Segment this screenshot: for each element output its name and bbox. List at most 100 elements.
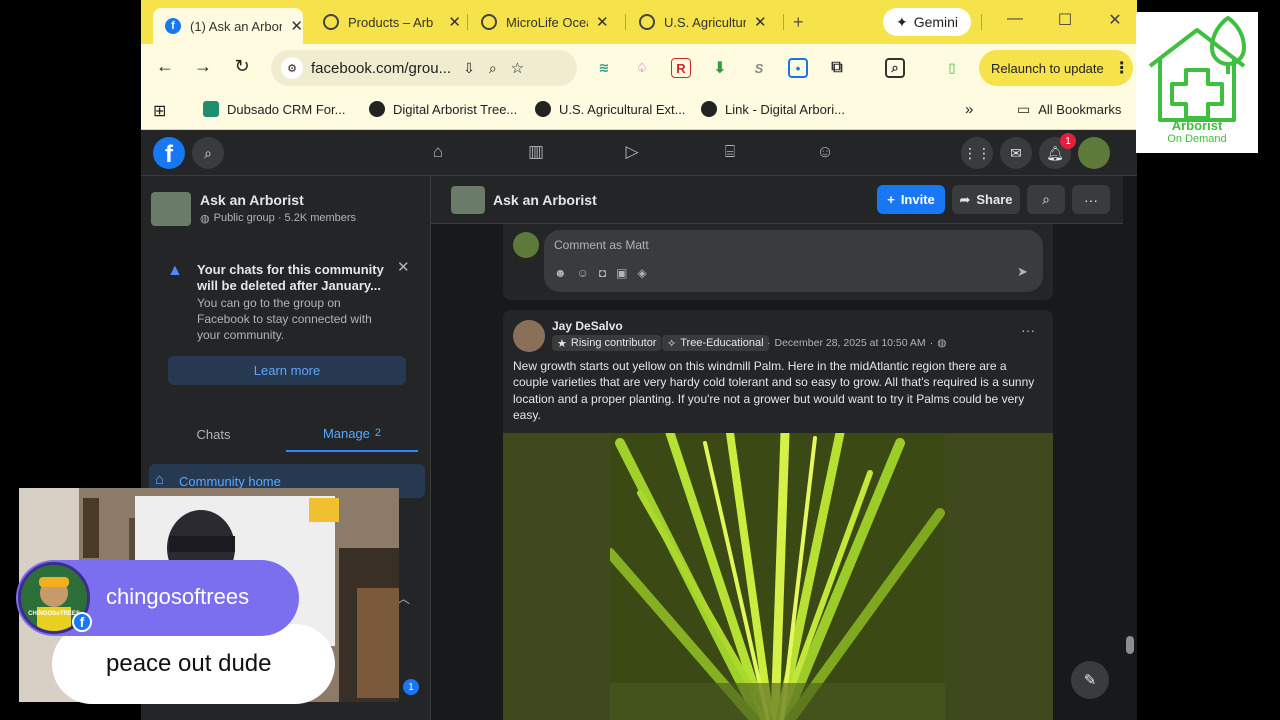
- group-thumbnail[interactable]: [451, 186, 485, 214]
- forward-arrow-icon[interactable]: →: [191, 56, 215, 77]
- gif-icon[interactable]: ▣: [616, 266, 627, 280]
- close-tab-icon[interactable]: ✕: [290, 17, 303, 35]
- facebook-top-nav: f ⌕ ⌂ ▥ ▷ ⌸ ☺ ⋮⋮ ✉ 🔔︎ 1: [141, 130, 1137, 176]
- extension-icon[interactable]: S: [749, 58, 769, 78]
- tab-search-icon[interactable]: ⌕: [885, 58, 905, 78]
- facebook-badge-icon: f: [72, 612, 92, 632]
- menu-dots-icon[interactable]: ⋮: [1114, 58, 1130, 78]
- home-icon[interactable]: ⌂: [427, 142, 449, 164]
- gemini-button[interactable]: ✦ Gemini: [883, 8, 971, 36]
- bookmark-item[interactable]: U.S. Agricultural Ext...: [535, 101, 685, 117]
- dubsado-icon: [203, 101, 219, 117]
- new-tab-button[interactable]: +: [793, 8, 813, 36]
- tab-title: Products – Arb: [348, 14, 434, 30]
- close-notice-icon[interactable]: ✕: [397, 258, 410, 276]
- group-name[interactable]: Ask an Arborist: [200, 192, 304, 208]
- invite-button[interactable]: + Invite: [877, 185, 945, 214]
- post-photo[interactable]: [503, 433, 1053, 720]
- download-extension-icon[interactable]: ⬇: [710, 58, 730, 78]
- messenger-icon[interactable]: ✉: [1000, 137, 1032, 169]
- more-bookmarks-chevron-icon[interactable]: »: [965, 101, 973, 118]
- learn-more-button[interactable]: Learn more: [168, 356, 406, 385]
- extensions-puzzle-icon[interactable]: ⧉: [827, 58, 847, 78]
- folder-icon: ▭: [1017, 101, 1031, 117]
- extension-icon[interactable]: ♤: [632, 58, 652, 78]
- url-text: facebook.com/grou...: [311, 59, 452, 77]
- group-thumbnail[interactable]: [151, 192, 191, 226]
- minimize-icon[interactable]: —: [1003, 10, 1027, 28]
- sparkle-icon: ✧: [667, 337, 677, 350]
- apps-grid-icon[interactable]: ⊞: [153, 101, 166, 121]
- share-button[interactable]: ➦ Share: [952, 185, 1020, 214]
- all-bookmarks-label: All Bookmarks: [1038, 102, 1122, 117]
- post-more-icon[interactable]: ···: [1021, 322, 1035, 338]
- group-title[interactable]: Ask an Arborist: [493, 192, 597, 208]
- chat-message-text: peace out dude: [106, 650, 272, 677]
- zoom-icon[interactable]: ⌕: [489, 60, 497, 77]
- author-avatar[interactable]: [513, 320, 545, 352]
- bookmark-star-icon[interactable]: ☆: [511, 59, 524, 77]
- more-options-icon[interactable]: ···: [1072, 185, 1110, 214]
- new-message-edit-icon[interactable]: ✎: [1071, 661, 1109, 699]
- feeds-icon[interactable]: ▥: [525, 142, 547, 164]
- post-timestamp[interactable]: · December 28, 2025 at 10:50 AM · ◍: [767, 337, 946, 349]
- search-group-icon[interactable]: ⌕: [1027, 185, 1065, 214]
- post-text: New growth starts out yellow on this win…: [513, 359, 1035, 422]
- extension-icon[interactable]: ▯: [942, 58, 962, 78]
- reload-icon[interactable]: ↻: [230, 56, 254, 77]
- search-icon[interactable]: ⌕: [192, 137, 224, 169]
- avatar-sticker-icon[interactable]: ☻: [554, 266, 567, 280]
- comment-input[interactable]: Comment as Matt ☻ ☺ ◘ ▣ ◈ ➤: [544, 230, 1043, 292]
- close-tab-icon[interactable]: ✕: [754, 13, 767, 31]
- post-author[interactable]: Jay DeSalvo: [552, 319, 623, 333]
- sticker-icon[interactable]: ◈: [638, 266, 647, 280]
- screen-capture-icon[interactable]: •: [788, 58, 808, 78]
- video-icon[interactable]: ▷: [621, 142, 643, 164]
- close-tab-icon[interactable]: ✕: [596, 13, 609, 31]
- marketplace-icon[interactable]: ⌸: [719, 142, 741, 164]
- tab-manage[interactable]: Manage 2: [286, 416, 418, 452]
- comment-placeholder: Comment as Matt: [554, 238, 649, 252]
- groups-icon[interactable]: ☺: [814, 142, 836, 164]
- maximize-icon[interactable]: ☐: [1053, 10, 1077, 30]
- send-icon[interactable]: ➤: [1017, 264, 1028, 280]
- close-window-icon[interactable]: ✕: [1103, 10, 1127, 30]
- facebook-logo-icon[interactable]: f: [153, 137, 185, 169]
- bookmark-item[interactable]: Digital Arborist Tree...: [369, 101, 517, 117]
- profile-avatar[interactable]: [1078, 137, 1110, 169]
- share-arrow-icon: ➦: [959, 191, 971, 207]
- page-scrollbar[interactable]: [1123, 176, 1137, 720]
- tab-chats[interactable]: Chats: [141, 416, 286, 452]
- bookmark-item[interactable]: Link - Digital Arbori...: [701, 101, 845, 117]
- bookmark-label: Dubsado CRM For...: [227, 101, 346, 117]
- tab-products[interactable]: Products – Arb ✕: [323, 8, 461, 36]
- address-bar[interactable]: ⚙ facebook.com/grou... ⇩ ⌕ ☆: [271, 50, 577, 86]
- all-bookmarks-button[interactable]: ▭ All Bookmarks: [1017, 101, 1121, 118]
- emoji-icon[interactable]: ☺: [577, 266, 589, 280]
- close-tab-icon[interactable]: ✕: [448, 13, 461, 31]
- group-meta: ◍ Public group · 5.2K members: [200, 212, 356, 225]
- invite-label: Invite: [900, 192, 935, 207]
- tab-us-agricultural[interactable]: U.S. Agricultur ✕: [639, 8, 779, 36]
- extension-icon[interactable]: R: [671, 58, 691, 78]
- camera-icon[interactable]: ◘: [599, 266, 606, 280]
- tab-microlife[interactable]: MicroLife Ocea ✕: [481, 8, 627, 36]
- relaunch-button[interactable]: Relaunch to update ⋮: [979, 50, 1133, 86]
- notice-title: Your chats for this community will be de…: [197, 262, 384, 293]
- back-arrow-icon[interactable]: ←: [153, 56, 177, 77]
- bookmark-label: Link - Digital Arbori...: [725, 101, 845, 117]
- tab-manage-count: 2: [374, 427, 382, 439]
- menu-grid-icon[interactable]: ⋮⋮: [961, 137, 993, 169]
- share-label: Share: [976, 192, 1013, 207]
- post-card: Jay DeSalvo ★ Rising contributor ✧ Tree-…: [503, 310, 1053, 720]
- bookmark-item[interactable]: Dubsado CRM For...: [203, 101, 346, 117]
- install-icon[interactable]: ⇩: [463, 60, 475, 77]
- extension-icon[interactable]: ≋: [594, 58, 614, 78]
- bookmarks-bar: ⊞ Dubsado CRM For... Digital Arborist Tr…: [141, 92, 1137, 130]
- site-settings-icon[interactable]: ⚙: [281, 57, 303, 79]
- commenter-avatar: [513, 232, 539, 258]
- scrollbar-thumb[interactable]: [1126, 636, 1134, 654]
- timestamp-text: December 28, 2025 at 10:50 AM: [774, 337, 926, 349]
- globe-icon: ◍: [937, 337, 947, 349]
- tab-ask-an-arborist[interactable]: f (1) Ask an Arbori ✕: [153, 8, 303, 44]
